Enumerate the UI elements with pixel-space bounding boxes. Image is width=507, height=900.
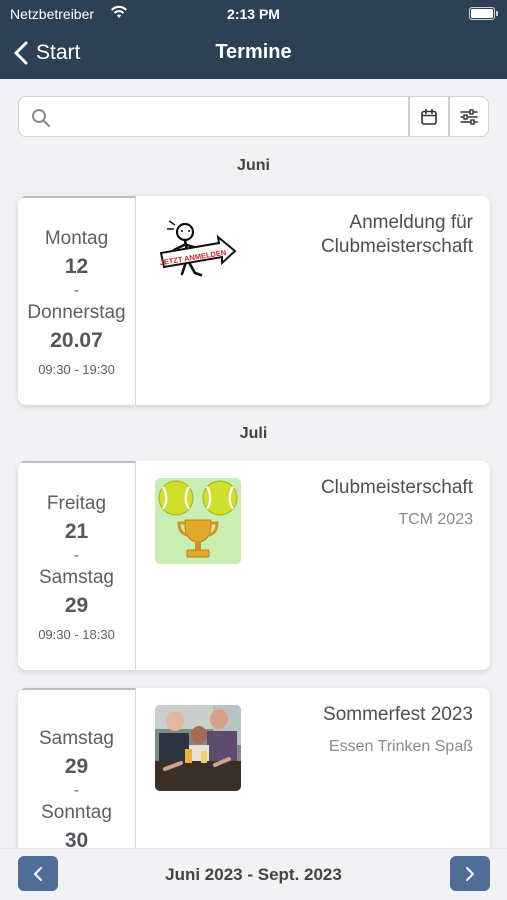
event-day-from: Montag [44, 228, 109, 249]
event-card[interactable]: Freitag 21 - Samstag 29 09:30 - 18:30 Cl… [18, 461, 490, 670]
stickman-sign-image: JETZT ANMELDEN [155, 213, 241, 299]
event-title: Sommerfest 2023 [323, 704, 473, 725]
month-header: Juli [239, 425, 268, 442]
sliders-icon [460, 108, 478, 125]
filter-button[interactable] [449, 96, 489, 137]
status-bar: Netzbetreiber 2:13 PM [0, 0, 507, 30]
event-hours: 09:30 - 18:30 [38, 627, 115, 642]
month-header: Juni [237, 157, 270, 174]
event-subtitle: TCM 2023 [398, 511, 473, 528]
event-day-from: Samstag [39, 727, 114, 749]
event-title: Anmeldung für Clubmeisterschaft [320, 212, 473, 257]
next-range-button[interactable] [450, 856, 490, 891]
event-date-separator: - [74, 282, 79, 299]
event-subtitle: Essen Trinken Spaß [328, 738, 473, 755]
party-photo-image [155, 705, 241, 791]
date-range-label: Juni 2023 - Sept. 2023 [165, 865, 342, 884]
event-date-column: Freitag 21 - Samstag 29 09:30 - 18:30 [18, 461, 136, 670]
search-bar [18, 96, 409, 137]
event-date-from: 12 [64, 255, 89, 278]
event-date-from: 21 [64, 520, 89, 543]
chevron-right-icon [466, 866, 474, 881]
event-date-to: 20.07 [50, 329, 103, 352]
event-date-column: Montag 12 - Donnerstag 20.07 09:30 - 19:… [18, 196, 136, 405]
event-day-from: Freitag [46, 493, 107, 514]
status-time: 2:13 PM [227, 6, 280, 22]
event-date-separator: - [74, 547, 79, 564]
battery-icon [469, 7, 498, 20]
event-day-to: Sonntag [41, 801, 112, 823]
calendar-icon [421, 108, 437, 125]
calendar-button[interactable] [409, 96, 449, 137]
search-icon [32, 109, 50, 127]
event-date-separator: - [74, 781, 79, 799]
event-day-to: Donnerstag [27, 302, 126, 323]
event-title: Clubmeisterschaft [320, 477, 473, 498]
page-title: Termine [215, 41, 292, 63]
search-input[interactable] [61, 103, 401, 131]
event-date-from: 29 [64, 754, 89, 778]
event-card[interactable]: Montag 12 - Donnerstag 20.07 09:30 - 19:… [18, 196, 490, 405]
event-hours: 09:30 - 19:30 [38, 362, 115, 377]
date-range-pager: Juni 2023 - Sept. 2023 [0, 848, 507, 900]
event-date-to: 29 [64, 594, 89, 617]
tennis-trophy-image [155, 478, 241, 564]
navigation-bar: Start Termine [0, 30, 507, 79]
event-day-to: Samstag [39, 567, 114, 588]
